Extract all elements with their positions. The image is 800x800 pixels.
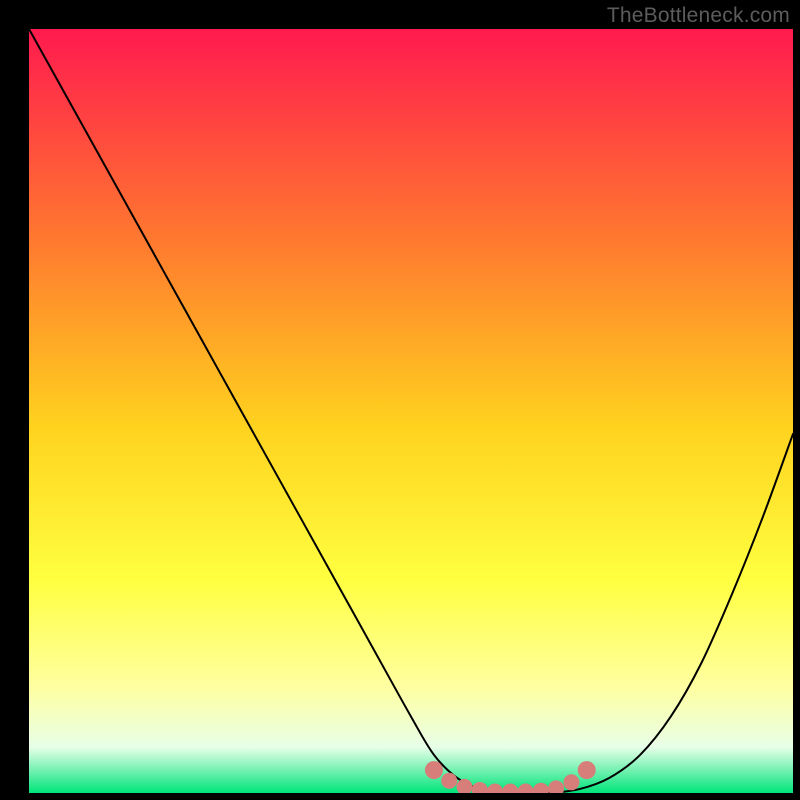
watermark-text: TheBottleneck.com (607, 4, 790, 28)
gradient-background (29, 29, 793, 793)
chart-frame: TheBottleneck.com (0, 0, 800, 800)
marker-dot (563, 774, 579, 790)
marker-dot (425, 761, 443, 779)
bottleneck-chart (29, 29, 793, 793)
plot-area (29, 29, 793, 793)
marker-dot (578, 761, 596, 779)
marker-dot (441, 773, 457, 789)
